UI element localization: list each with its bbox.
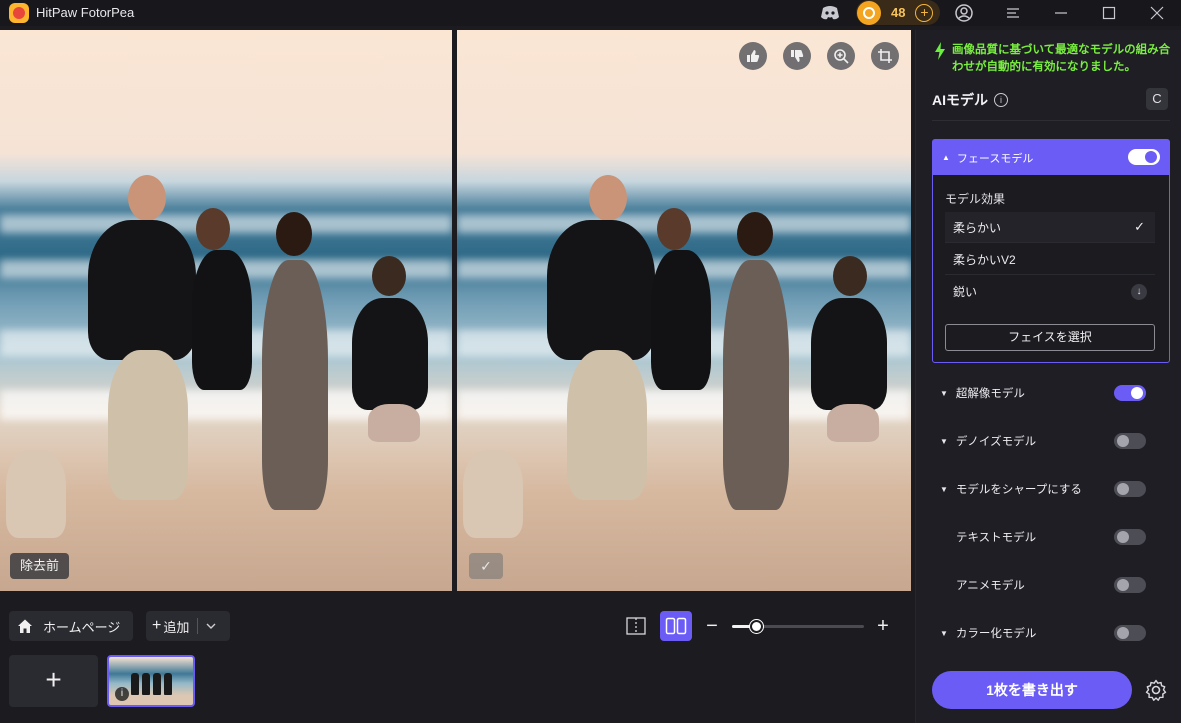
processed-check-icon: ✓ xyxy=(469,553,503,579)
account-icon[interactable] xyxy=(953,2,975,24)
model-row-colorize[interactable]: ▼ カラー化モデル xyxy=(932,618,1170,648)
add-button[interactable]: + 追加 xyxy=(146,611,230,641)
zoom-slider[interactable] xyxy=(732,620,864,633)
minimize-icon[interactable] xyxy=(1050,2,1072,24)
crop-icon[interactable] xyxy=(871,42,899,70)
expand-triangle-icon: ▼ xyxy=(940,436,948,446)
model-label: アニメモデル xyxy=(956,580,1025,592)
add-label: 追加 xyxy=(163,619,190,635)
settings-panel: 画像品質に基づいて最適なモデルの組み合わせが自動的に有効になりました。 AIモデ… xyxy=(915,30,1181,723)
effect-option-soft[interactable]: 柔らかい ✓ xyxy=(945,212,1155,243)
app-window: HitPaw FotorPea 48 + 除去前 ✓ ホームページ + 追加 +… xyxy=(0,0,1181,723)
face-model-toggle[interactable] xyxy=(1128,149,1160,165)
gear-icon[interactable] xyxy=(1144,678,1168,702)
chevron-down-icon[interactable] xyxy=(206,621,216,632)
lightning-icon xyxy=(934,42,946,76)
model-label: テキストモデル xyxy=(956,532,1037,544)
home-icon xyxy=(18,619,32,633)
coin-count: 48 xyxy=(891,5,906,20)
divider xyxy=(932,120,1170,121)
select-face-button[interactable]: フェイスを選択 xyxy=(945,324,1155,351)
zoom-in-button[interactable]: + xyxy=(874,613,892,639)
title-bar: HitPaw FotorPea 48 + xyxy=(0,0,1181,26)
checkmark-icon: ✓ xyxy=(1134,219,1145,234)
colorize-toggle[interactable] xyxy=(1114,625,1146,641)
image-thumbnail[interactable]: i xyxy=(107,655,195,707)
add-coins-icon[interactable]: + xyxy=(915,3,934,22)
effect-option-sharp[interactable]: 鋭い ↓ xyxy=(945,276,1155,307)
model-row-sharpen[interactable]: ▼ モデルをシャープにする xyxy=(932,474,1170,504)
discord-icon[interactable] xyxy=(819,2,841,24)
add-image-tile[interactable]: + xyxy=(9,655,98,707)
collapse-triangle-icon: ▲ xyxy=(942,153,950,162)
effect-option-soft-v2[interactable]: 柔らかいV2 xyxy=(945,244,1155,275)
face-model-label: フェースモデル xyxy=(956,152,1034,165)
app-logo xyxy=(9,3,29,23)
ai-model-heading: AIモデル i xyxy=(932,90,1008,110)
model-label: モデルをシャープにする xyxy=(955,484,1082,496)
anime-model-toggle[interactable] xyxy=(1114,577,1146,593)
thumbs-up-icon[interactable] xyxy=(739,42,767,70)
app-title: HitPaw FotorPea xyxy=(36,5,135,20)
home-page-label: ホームページ xyxy=(43,619,121,635)
expand-triangle-icon: ▼ xyxy=(940,484,948,494)
auto-enable-notice: 画像品質に基づいて最適なモデルの組み合わせが自動的に有効になりました。 xyxy=(934,42,1178,76)
download-icon[interactable]: ↓ xyxy=(1131,283,1147,300)
model-row-super-resolution[interactable]: ▼ 超解像モデル xyxy=(932,378,1170,408)
model-label: カラー化モデル xyxy=(955,628,1037,640)
model-label: デノイズモデル xyxy=(955,436,1037,448)
zoom-in-icon[interactable] xyxy=(827,42,855,70)
ai-model-title: AIモデル xyxy=(932,92,988,108)
split-view-icon[interactable] xyxy=(660,611,692,641)
maximize-icon[interactable] xyxy=(1098,2,1120,24)
home-page-button[interactable]: ホームページ xyxy=(9,611,133,641)
denoise-toggle[interactable] xyxy=(1114,433,1146,449)
model-row-anime[interactable]: アニメモデル xyxy=(932,570,1170,600)
close-icon[interactable] xyxy=(1146,2,1168,24)
preview-before[interactable]: 除去前 xyxy=(0,30,452,591)
image-tools xyxy=(739,42,899,70)
text-model-toggle[interactable] xyxy=(1114,529,1146,545)
preview-after[interactable]: ✓ xyxy=(457,30,911,591)
model-row-denoise[interactable]: ▼ デノイズモデル xyxy=(932,426,1170,456)
zoom-out-button[interactable]: − xyxy=(704,613,720,639)
info-icon[interactable]: i xyxy=(115,687,129,701)
single-view-icon[interactable] xyxy=(623,613,649,639)
option-label: 鋭い xyxy=(953,285,978,299)
model-effect-label: モデル効果 xyxy=(945,192,1006,206)
option-label: 柔らかい xyxy=(953,220,1002,235)
before-photo xyxy=(0,30,452,591)
sharpen-toggle[interactable] xyxy=(1114,481,1146,497)
option-label: 柔らかいV2 xyxy=(953,252,1016,267)
after-photo xyxy=(457,30,911,591)
export-button[interactable]: 1枚を書き出す xyxy=(932,671,1132,709)
before-label: 除去前 xyxy=(10,553,70,579)
expand-triangle-icon: ▼ xyxy=(940,388,948,398)
menu-icon[interactable] xyxy=(1002,2,1024,24)
expand-triangle-icon: ▼ xyxy=(940,628,948,638)
thumbs-down-icon[interactable] xyxy=(783,42,811,70)
notice-text: 画像品質に基づいて最適なモデルの組み合わせが自動的に有効になりました。 xyxy=(952,44,1171,73)
plus-icon: + xyxy=(152,617,162,634)
zoom-slider-handle[interactable] xyxy=(750,620,763,633)
info-icon[interactable]: i xyxy=(994,93,1008,107)
face-model-header[interactable]: ▲ フェースモデル xyxy=(933,140,1169,175)
bottom-bar: ホームページ + 追加 + i − + xyxy=(0,597,912,723)
reset-icon[interactable]: C xyxy=(1146,88,1168,110)
super-resolution-toggle[interactable] xyxy=(1114,385,1146,401)
coin-icon xyxy=(857,0,881,25)
model-label: 超解像モデル xyxy=(955,388,1025,400)
face-model-card: ▲ フェースモデル モデル効果 柔らかい ✓ 柔らかいV2 鋭い ↓ フェイスを… xyxy=(932,139,1170,363)
coins-balance[interactable]: 48 + xyxy=(856,0,940,25)
model-row-text[interactable]: テキストモデル xyxy=(932,522,1170,552)
